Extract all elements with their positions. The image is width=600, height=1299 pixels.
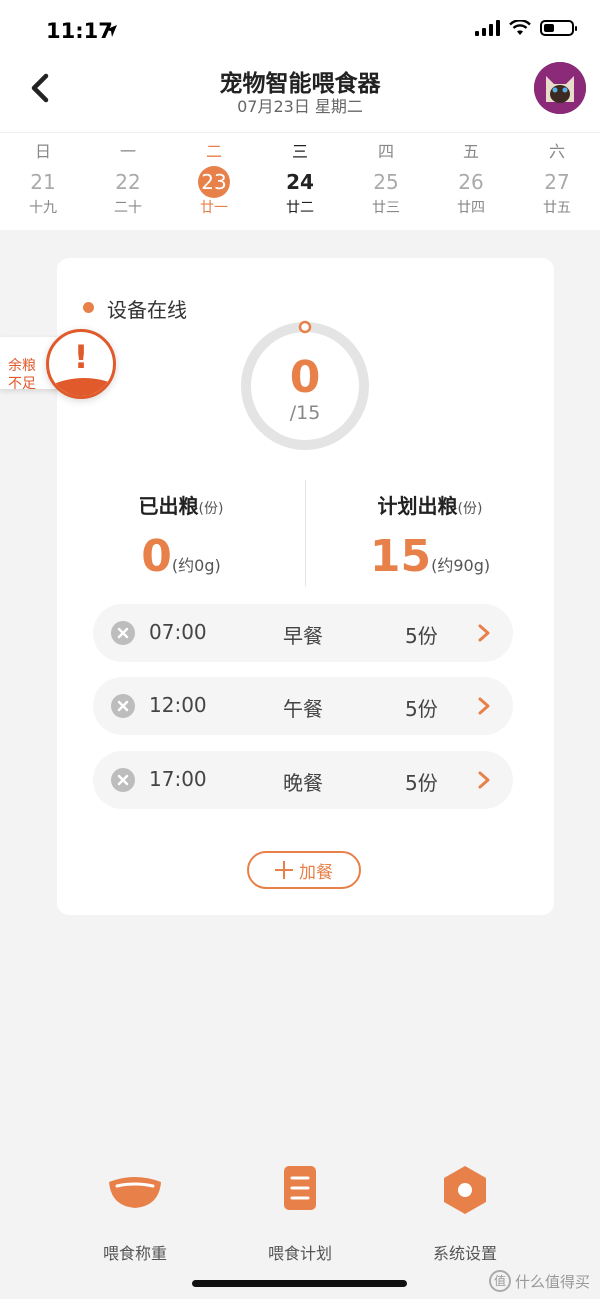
delete-meal-icon[interactable] bbox=[111, 768, 135, 792]
delete-meal-icon[interactable] bbox=[111, 621, 135, 645]
planned-unit: (份) bbox=[457, 501, 483, 517]
watermark: 值 什么值得买 bbox=[488, 1270, 590, 1292]
cellular-signal-icon bbox=[475, 20, 500, 36]
plan-list-icon bbox=[284, 1166, 316, 1210]
planned-title: 计划出粮 bbox=[377, 494, 458, 518]
add-meal-button[interactable]: 加餐 bbox=[247, 851, 361, 889]
watermark-logo-icon: 值 bbox=[488, 1270, 511, 1292]
planned-approx: (约90g) bbox=[431, 556, 491, 575]
pet-avatar[interactable] bbox=[534, 62, 586, 114]
nav-label: 系统设置 bbox=[432, 1244, 497, 1263]
meal-row-breakfast[interactable]: 07:00 早餐 5份 bbox=[93, 604, 513, 662]
calendar-day[interactable]: 日 21 十九 bbox=[13, 141, 73, 217]
dispensed-unit: (份) bbox=[198, 501, 224, 517]
add-meal-label: 加餐 bbox=[299, 862, 333, 883]
online-status-dot bbox=[83, 302, 94, 313]
low-food-warning-icon: ! bbox=[46, 329, 116, 399]
meal-time: 12:00 bbox=[149, 693, 207, 717]
device-status: 设备在线 bbox=[107, 298, 187, 322]
meal-portion: 5份 bbox=[405, 624, 438, 648]
nav-feed-weigh[interactable]: 喂食称重 bbox=[75, 1160, 195, 1264]
calendar-day[interactable]: 六 27 廿五 bbox=[527, 141, 587, 217]
low-food-alert[interactable]: 余粮不足 ! bbox=[0, 325, 120, 399]
meal-portion: 5份 bbox=[405, 697, 438, 721]
feeder-card: 设备在线 0 /15 已出粮(份) 0(约0g) 计划出粮(份) 15(约90g… bbox=[57, 258, 554, 915]
status-bar: 11:17 bbox=[0, 0, 600, 60]
calendar-day[interactable]: 四 25 廿三 bbox=[356, 141, 416, 217]
nav-label: 喂食称重 bbox=[102, 1244, 167, 1263]
chevron-right-icon[interactable] bbox=[477, 770, 491, 790]
meal-row-lunch[interactable]: 12:00 午餐 5份 bbox=[93, 677, 513, 735]
low-food-text: 余粮不足 bbox=[8, 358, 36, 392]
calendar-day[interactable]: 一 22 二十 bbox=[98, 141, 158, 217]
nav-system-settings[interactable]: 系统设置 bbox=[405, 1160, 525, 1264]
calendar-day-today[interactable]: 三 24 廿二 bbox=[270, 141, 330, 217]
meal-time: 17:00 bbox=[149, 767, 207, 791]
chevron-right-icon[interactable] bbox=[477, 623, 491, 643]
calendar-day[interactable]: 五 26 廿四 bbox=[441, 141, 501, 217]
gauge-progress-marker bbox=[298, 320, 312, 334]
bowl-icon bbox=[109, 1177, 161, 1208]
header: 宠物智能喂食器 07月23日 星期二 bbox=[0, 60, 600, 132]
location-arrow-icon bbox=[105, 25, 117, 37]
settings-hexagon-icon bbox=[444, 1166, 486, 1214]
battery-icon bbox=[540, 20, 577, 36]
meal-name: 晚餐 bbox=[283, 771, 323, 795]
status-time: 11:17 bbox=[46, 19, 113, 43]
calendar-day-selected[interactable]: 二 23 廿一 bbox=[184, 141, 244, 217]
dispensed-title: 已出粮 bbox=[138, 494, 199, 518]
wifi-icon bbox=[509, 20, 531, 35]
meal-name: 午餐 bbox=[283, 697, 323, 721]
page-date: 07月23日 星期二 bbox=[237, 97, 363, 116]
gauge-total: /15 bbox=[289, 402, 321, 424]
meal-name: 早餐 bbox=[283, 624, 323, 648]
dispensed-approx: (约0g) bbox=[171, 556, 221, 575]
nav-label: 喂食计划 bbox=[267, 1244, 332, 1263]
meal-row-dinner[interactable]: 17:00 晚餐 5份 bbox=[93, 751, 513, 809]
dispensed-value: 0 bbox=[141, 531, 172, 582]
plus-icon bbox=[275, 861, 293, 879]
gauge-value: 0 bbox=[289, 352, 321, 403]
week-calendar: 日 21 十九 一 22 二十 二 23 廿一 三 24 廿二 四 25 廿三 … bbox=[0, 132, 600, 230]
meal-time: 07:00 bbox=[149, 620, 207, 644]
nav-feed-plan[interactable]: 喂食计划 bbox=[240, 1160, 360, 1264]
planned-stat: 计划出粮(份) 15(约90g) bbox=[306, 490, 554, 582]
meal-portion: 5份 bbox=[405, 771, 438, 795]
dispensed-stat: 已出粮(份) 0(约0g) bbox=[57, 490, 305, 582]
delete-meal-icon[interactable] bbox=[111, 694, 135, 718]
chevron-right-icon[interactable] bbox=[477, 696, 491, 716]
planned-value: 15 bbox=[369, 531, 432, 582]
home-indicator[interactable] bbox=[192, 1280, 407, 1287]
